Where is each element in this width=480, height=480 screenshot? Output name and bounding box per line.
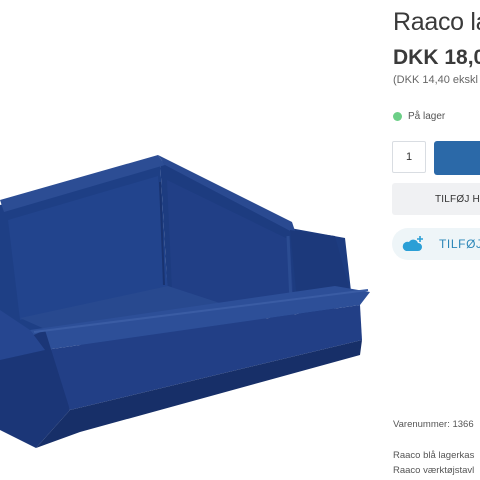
stock-status-label: På lager: [408, 111, 446, 122]
cloud-add-label: TILFØJ: [439, 237, 480, 251]
quantity-input[interactable]: [392, 141, 426, 173]
product-description: Raaco blå lagerkas Raaco værktøjstavl: [393, 448, 474, 478]
cloud-add-icon: [402, 236, 423, 251]
add-to-cart-button[interactable]: [434, 141, 480, 175]
product-sku: Varenummer: 1366: [393, 419, 474, 430]
add-to-list-button[interactable]: TILFØJ HU: [392, 183, 480, 215]
stock-indicator-icon: [393, 112, 402, 121]
description-line: Raaco blå lagerkas: [393, 450, 475, 461]
stock-status: På lager: [393, 111, 445, 122]
product-title: Raaco lag: [393, 8, 480, 36]
cloud-add-button[interactable]: TILFØJ: [392, 228, 480, 260]
product-image: [0, 155, 370, 448]
product-price: DKK 18,0: [393, 46, 480, 69]
description-line: Raaco værktøjstavl: [393, 465, 475, 476]
product-price-excl-vat: (DKK 14,40 ekskl: [393, 74, 478, 86]
